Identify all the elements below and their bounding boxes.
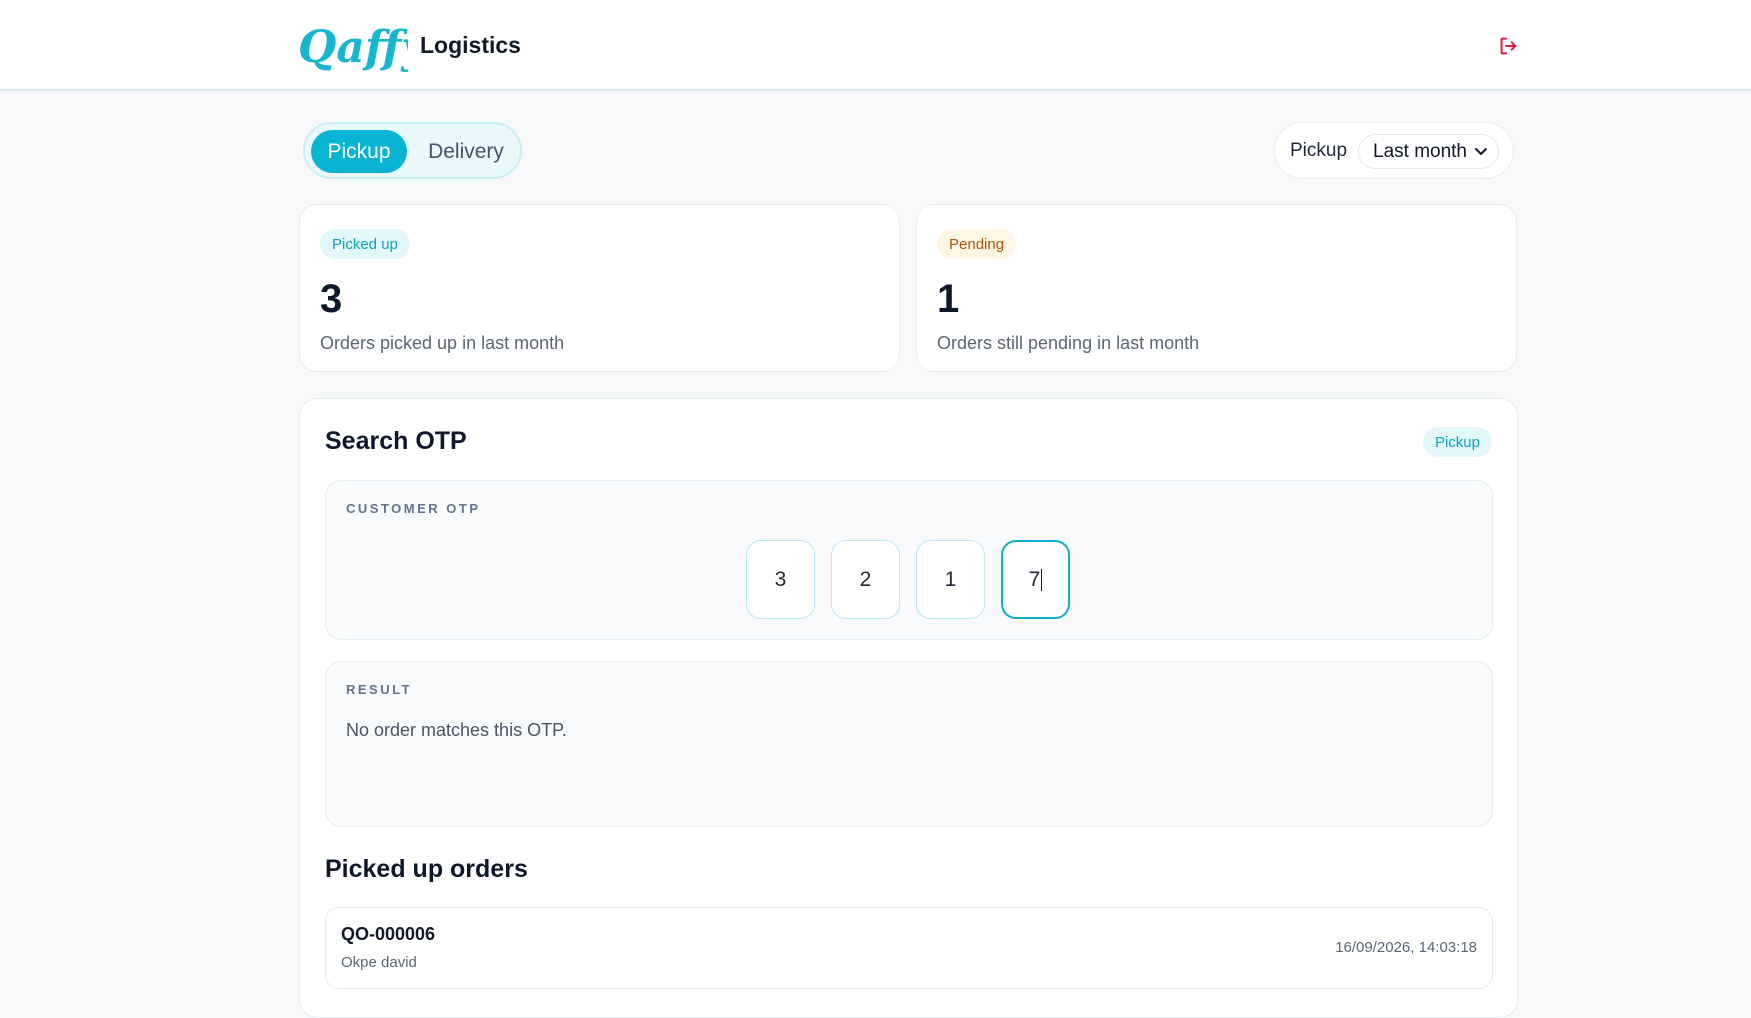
svg-text:Qaffy: Qaffy [298, 22, 408, 73]
otp-digit-1[interactable]: 3 [746, 540, 815, 619]
picked-up-orders-title: Picked up orders [325, 855, 528, 883]
app-title: Logistics [420, 32, 521, 58]
pickup-tab[interactable]: Pickup [311, 130, 407, 173]
pending-description: Orders still pending in last month [937, 333, 1200, 353]
search-otp-title: Search OTP [325, 427, 467, 455]
order-customer: Okpe david [341, 954, 417, 971]
period-select-value: Last month [1373, 140, 1467, 162]
result-message: No order matches this OTP. [346, 720, 567, 740]
logout-icon[interactable] [1497, 35, 1519, 57]
period-select[interactable]: Last month [1358, 134, 1499, 169]
filter-label: Pickup [1290, 140, 1348, 161]
otp-input-section: CUSTOMER OTP 3 2 1 7 [325, 480, 1493, 640]
picked-up-stat-card: Picked up 3 Orders picked up in last mon… [299, 204, 900, 372]
delivery-tab[interactable]: Delivery [416, 130, 516, 173]
pending-stat-card: Pending 1 Orders still pending in last m… [916, 204, 1517, 372]
order-list-item[interactable]: QO-000006 Okpe david 16/09/2026, 14:03:1… [325, 907, 1493, 989]
picked-up-description: Orders picked up in last month [320, 333, 565, 353]
otp-input-group: 3 2 1 7 [746, 540, 1076, 619]
top-bar: Qaffy Logistics [0, 0, 1751, 91]
order-id: QO-000006 [341, 924, 436, 944]
picked-up-count: 3 [320, 277, 343, 321]
pending-badge: Pending [937, 229, 1017, 259]
chevron-down-icon [1475, 148, 1487, 155]
result-section: RESULT No order matches this OTP. [325, 661, 1493, 827]
mode-badge: Pickup [1422, 427, 1492, 457]
result-label: RESULT [346, 682, 413, 697]
qaffy-logo[interactable]: Qaffy [298, 18, 408, 86]
text-caret [1041, 568, 1043, 591]
pending-count: 1 [937, 277, 960, 321]
picked-up-badge: Picked up [320, 229, 410, 259]
otp-digit-4[interactable]: 7 [1001, 540, 1070, 619]
order-timestamp: 16/09/2026, 14:03:18 [1335, 939, 1477, 956]
otp-digit-4-value: 7 [1028, 567, 1041, 591]
mode-toggle: Pickup Delivery [303, 122, 522, 179]
otp-digit-3[interactable]: 1 [916, 540, 985, 619]
search-otp-panel: Search OTP Pickup CUSTOMER OTP 3 2 1 7 R… [299, 398, 1518, 1018]
otp-label: CUSTOMER OTP [346, 501, 481, 516]
period-filter: Pickup Last month [1274, 122, 1514, 179]
otp-digit-2[interactable]: 2 [831, 540, 900, 619]
